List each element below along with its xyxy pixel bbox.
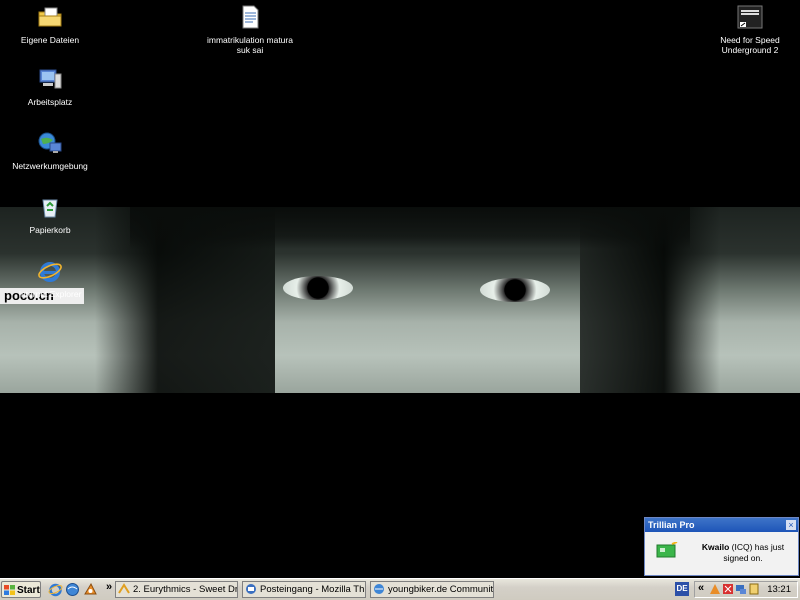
desktop-icon-my-computer[interactable]: Arbeitsplatz xyxy=(5,66,95,107)
my-computer-icon xyxy=(39,69,62,89)
notification-user: Kwailo xyxy=(701,542,730,552)
windows-flag-icon xyxy=(4,585,15,595)
ie-icon xyxy=(38,262,62,282)
tray-app-icon-2[interactable] xyxy=(722,583,734,595)
wallpaper-eye-left xyxy=(283,276,353,300)
desktop-icon-my-documents[interactable]: Eigene Dateien xyxy=(5,4,95,45)
taskbar: Start » 2. Eurythmics - Sweet Dr... Post… xyxy=(0,578,800,600)
network-icon xyxy=(38,132,62,153)
winamp-icon xyxy=(118,583,130,594)
desktop-icon-network[interactable]: Netzwerkumgebung xyxy=(5,130,95,171)
recycle-bin-icon xyxy=(42,199,58,218)
tray-app-icon-4[interactable] xyxy=(748,583,760,595)
notification-message: Kwailo (ICQ) has just signed on. xyxy=(693,542,793,564)
media-quicklaunch-icon[interactable] xyxy=(83,582,98,597)
thunderbird-icon xyxy=(246,584,256,594)
contact-card-icon xyxy=(656,542,678,558)
desktop-icon-internet-explorer[interactable]: Internet Explorer xyxy=(5,258,95,299)
language-indicator[interactable]: DE xyxy=(675,582,689,596)
taskbar-button-youngbiker[interactable]: youngbiker.de Communit... xyxy=(370,581,494,598)
desktop-icon-nfs[interactable]: Need for Speed Underground 2 xyxy=(705,4,795,55)
wallpaper-hair-top xyxy=(130,207,690,249)
start-button[interactable]: Start xyxy=(1,581,41,598)
ie-quicklaunch-icon[interactable] xyxy=(48,582,63,597)
close-icon[interactable]: × xyxy=(786,520,796,530)
system-tray: « 13:21 xyxy=(694,581,798,598)
browser-icon xyxy=(374,584,384,594)
desktop-icon-document[interactable]: immatrikulation matura suk sai xyxy=(205,4,295,55)
taskbar-button-winamp[interactable]: 2. Eurythmics - Sweet Dr... xyxy=(115,581,238,598)
taskbar-button-thunderbird[interactable]: Posteingang - Mozilla Th... xyxy=(242,581,366,598)
quicklaunch-chevron[interactable]: » xyxy=(106,581,112,593)
tray-expand-chevron[interactable]: « xyxy=(698,582,704,594)
clock[interactable]: 13:21 xyxy=(767,583,791,597)
tray-app-icon-1[interactable] xyxy=(709,583,721,595)
my-documents-icon xyxy=(38,7,62,27)
nfs-shortcut-icon xyxy=(737,5,763,29)
wallpaper-eye-right xyxy=(480,278,550,302)
browser-quicklaunch-icon[interactable] xyxy=(65,582,80,597)
trillian-notification[interactable]: Trillian Pro × Kwailo (ICQ) has just sig… xyxy=(644,517,799,576)
notification-text: (ICQ) has just signed on. xyxy=(723,542,785,563)
desktop-icon-recycle-bin[interactable]: Papierkorb xyxy=(5,194,95,235)
document-icon xyxy=(242,5,259,29)
start-label: Start xyxy=(17,585,40,596)
tray-app-icon-3[interactable] xyxy=(735,583,747,595)
notification-title: Trillian Pro xyxy=(645,518,798,532)
